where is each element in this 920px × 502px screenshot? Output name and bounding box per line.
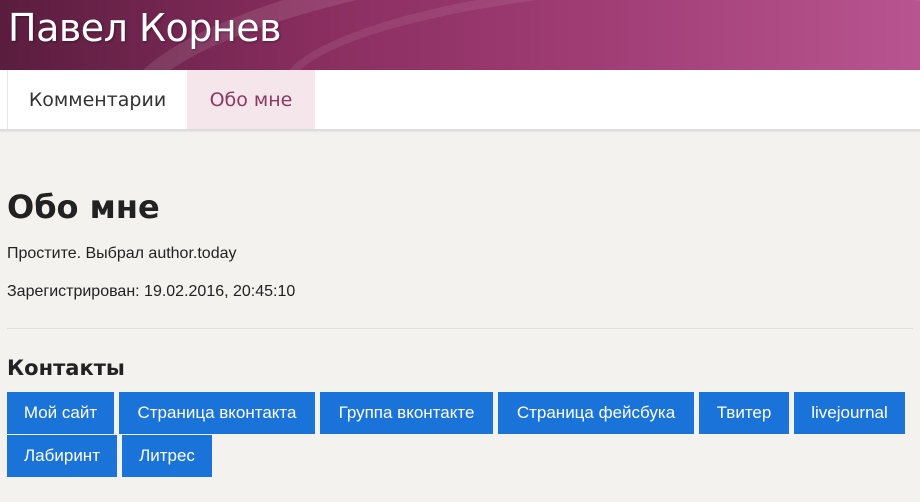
contact-button-labirint[interactable]: Лабиринт [7, 435, 117, 477]
tab-about[interactable]: Обо мне [187, 70, 315, 129]
registration-date: Зарегистрирован: 19.02.2016, 20:45:10 [7, 283, 296, 300]
site-banner: Павел Корнев [0, 0, 920, 70]
contact-button-facebook-page[interactable]: Страница фейсбука [498, 392, 694, 434]
contact-button-twitter[interactable]: Твитер [699, 392, 789, 434]
contact-button-my-site[interactable]: Мой сайт [7, 392, 114, 434]
divider [7, 328, 913, 329]
page-title: Обо мне [7, 188, 160, 226]
contact-button-litres[interactable]: Литрес [122, 435, 212, 477]
contact-button-livejournal[interactable]: livejournal [794, 392, 905, 434]
site-title[interactable]: Павел Корнев [8, 6, 281, 50]
about-text: Простите. Выбрал author.today [7, 245, 237, 262]
contact-button-vk-group[interactable]: Группа вконтакте [320, 392, 493, 434]
tab-comments[interactable]: Комментарии [7, 70, 187, 129]
contacts-title: Контакты [7, 356, 125, 380]
tabs-bar: Комментарии Обо мне [0, 70, 920, 131]
contact-button-vk-page[interactable]: Страница вконтакта [119, 392, 315, 434]
